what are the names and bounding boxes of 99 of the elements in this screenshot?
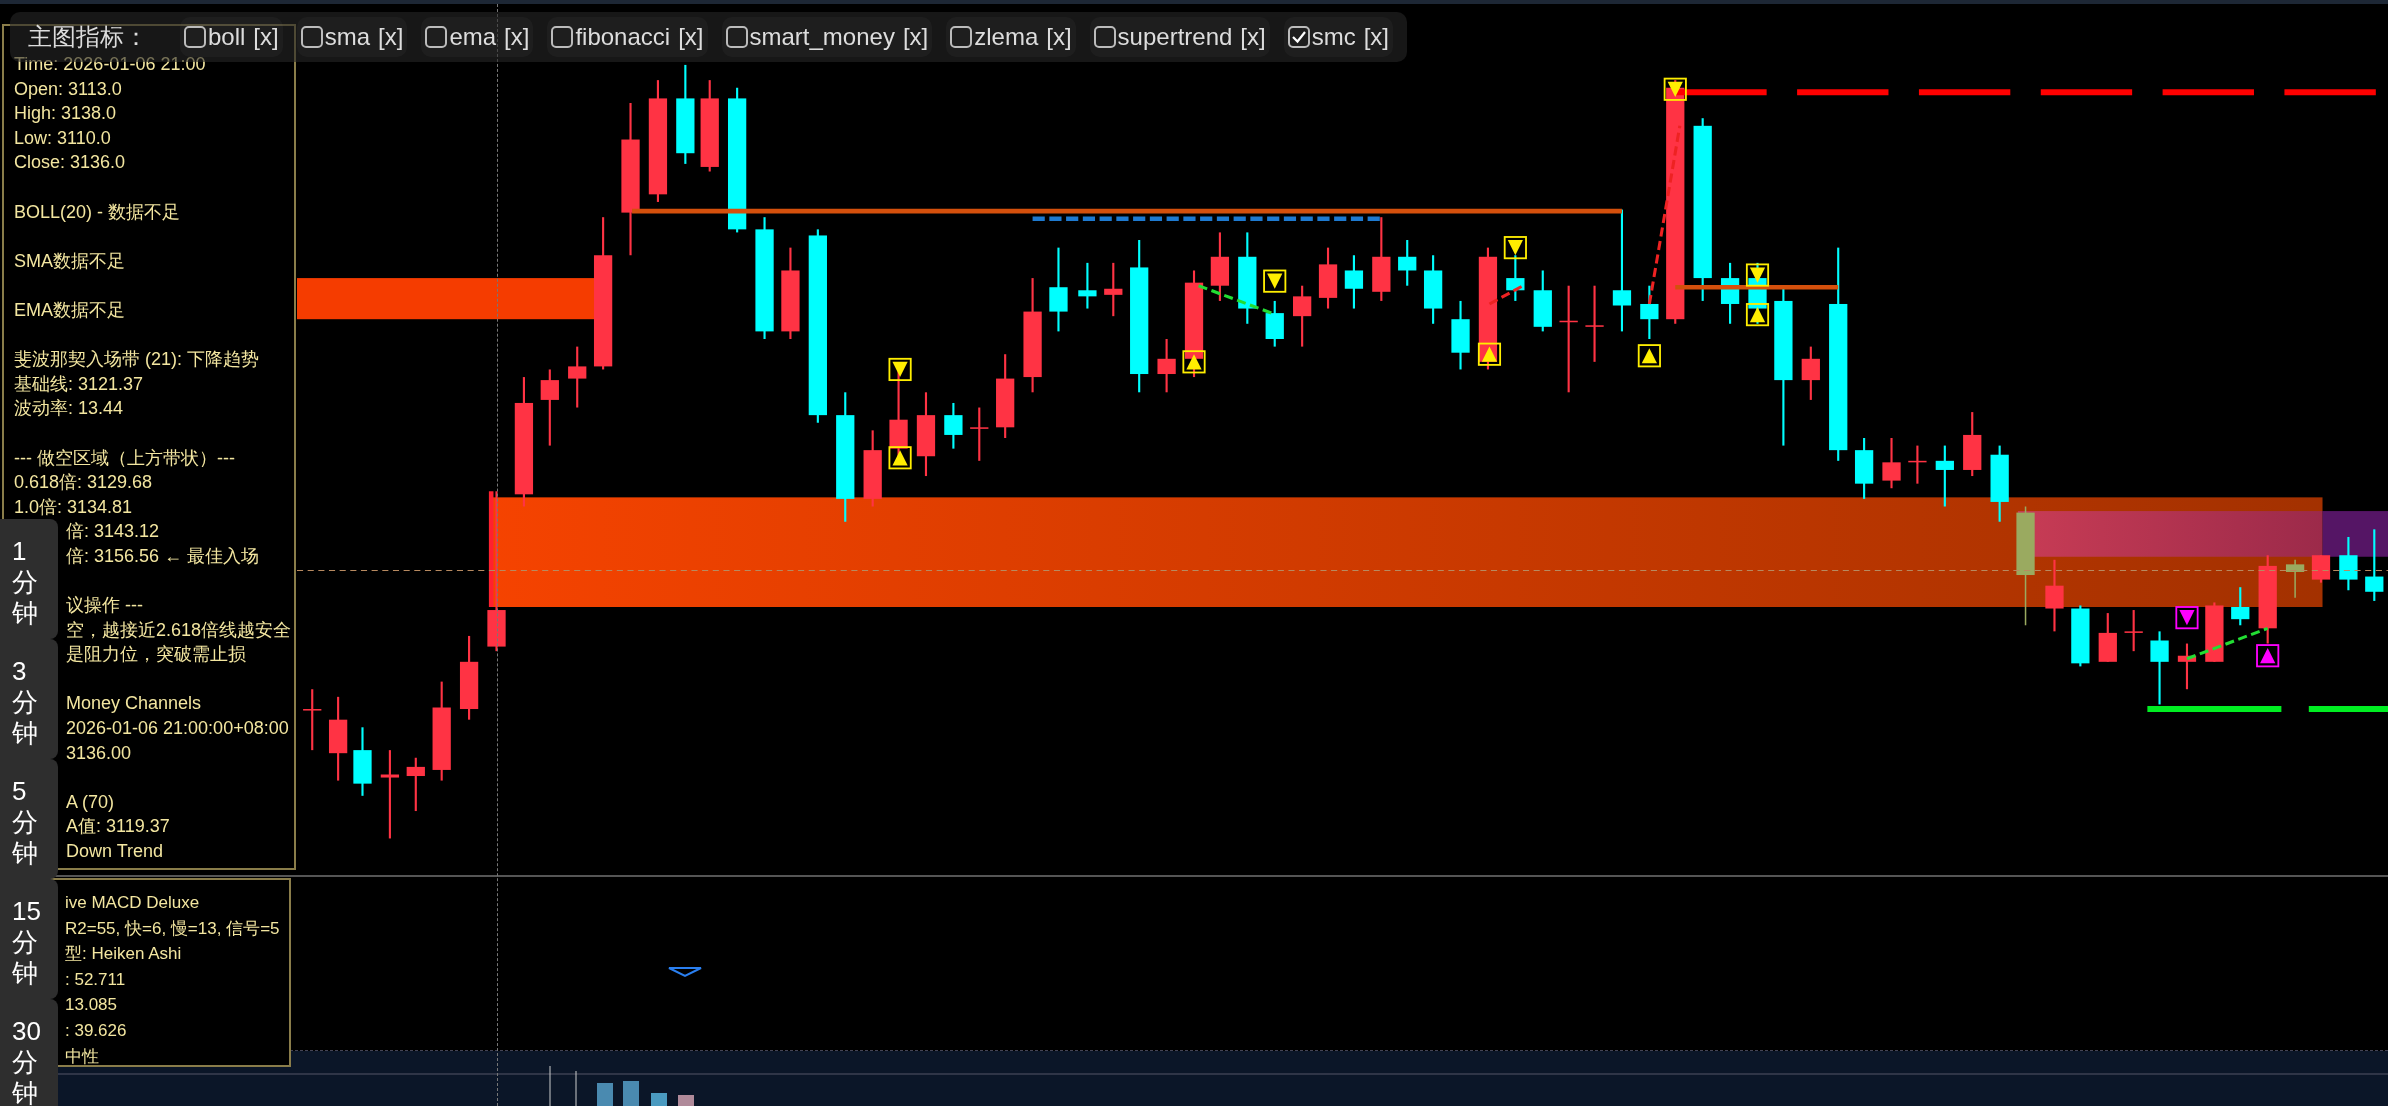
- indicator-label[interactable]: ema: [449, 23, 497, 51]
- info-text: : 39.626: [65, 1019, 128, 1042]
- remove-link[interactable]: [x]: [678, 23, 704, 51]
- triangle-marker: [668, 967, 702, 978]
- indicator-label[interactable]: supertrend: [1117, 23, 1233, 51]
- candle: [2098, 613, 2117, 662]
- info-text: : 52.711: [65, 968, 127, 991]
- candle: [1318, 247, 1338, 309]
- candle: [2339, 536, 2358, 591]
- info-text: Open: 3113.0: [14, 77, 123, 101]
- candle: [353, 727, 372, 796]
- candle: [2365, 529, 2384, 601]
- candle: [2124, 610, 2143, 652]
- info-text: 空，越接近2.618倍线越安全: [66, 618, 293, 642]
- remove-link[interactable]: [x]: [1363, 23, 1390, 51]
- info-text: BOLL(20) - 数据不足: [14, 200, 182, 224]
- candle: [1533, 270, 1552, 332]
- candle: [1104, 262, 1123, 317]
- indicator-label[interactable]: fibonacci: [575, 23, 671, 51]
- checkbox[interactable]: [1093, 26, 1116, 48]
- info-text: --- 做空区域（上方带状）---: [14, 446, 236, 470]
- timeframe-tab[interactable]: 15分钟: [0, 879, 58, 999]
- candle: [1210, 232, 1230, 301]
- info-text: 型: Heiken Ashi: [65, 943, 183, 966]
- candle: [1935, 445, 1954, 507]
- info-text: Low: 3110.0: [14, 126, 112, 150]
- checkbox[interactable]: [1287, 26, 1310, 48]
- candle: [1157, 339, 1176, 393]
- candle: [2285, 559, 2305, 599]
- candle: [568, 346, 587, 408]
- candle: [1344, 255, 1364, 309]
- info-text: 中性: [65, 1045, 100, 1068]
- info-text: Down Trend: [66, 840, 165, 863]
- candle: [1398, 240, 1417, 286]
- candle: [1265, 300, 1284, 347]
- remove-link[interactable]: [x]: [253, 23, 279, 51]
- info-text: 3136.00: [66, 741, 133, 765]
- trend-line: [1488, 284, 1524, 306]
- info-text: 波动率: 13.44: [14, 397, 125, 421]
- candle: [406, 757, 425, 812]
- candle: [303, 689, 322, 751]
- remove-link[interactable]: [x]: [1240, 23, 1266, 51]
- info-text: High: 3138.0: [14, 102, 118, 126]
- info-text: 倍: 3156.56 ← 最佳入场: [66, 544, 261, 568]
- checkbox[interactable]: [425, 26, 448, 48]
- candle: [1882, 438, 1901, 489]
- checkbox[interactable]: [725, 26, 748, 48]
- info-text: 1.0倍: 3134.81: [14, 495, 134, 519]
- checkbox[interactable]: [950, 26, 973, 48]
- indicator-label[interactable]: zlema: [974, 23, 1039, 51]
- checkbox[interactable]: [551, 26, 574, 48]
- candle: [1801, 346, 1820, 400]
- candle: [1451, 300, 1470, 370]
- info-text: 议操作 ---: [66, 594, 144, 618]
- candle: [1720, 262, 1740, 324]
- toolbar-label: 主图指标：: [28, 22, 148, 52]
- indicator-label[interactable]: sma: [324, 23, 371, 51]
- info-text: R2=55, 快=6, 慢=13, 信号=5: [65, 917, 281, 940]
- remove-link[interactable]: [x]: [378, 23, 404, 51]
- info-text: 基础线: 3121.37: [14, 372, 145, 396]
- info-text: 2026-01-06 21:00:00+08:00: [66, 717, 290, 741]
- info-text: A (70): [66, 790, 116, 814]
- candle: [1908, 445, 1927, 484]
- info-text: Money Channels: [66, 692, 203, 716]
- candle: [2071, 605, 2090, 667]
- indicator-label[interactable]: smc: [1311, 23, 1356, 51]
- info-text: 倍: 3143.12: [66, 520, 161, 544]
- info-text: A值: 3119.37: [66, 815, 171, 839]
- remove-link[interactable]: [x]: [504, 23, 530, 51]
- remove-link[interactable]: [x]: [902, 23, 929, 51]
- candle: [1293, 285, 1312, 347]
- info-text: 斐波那契入场带 (21): 下降趋势: [14, 348, 260, 372]
- candle: [1854, 438, 1874, 499]
- info-text: Close: 3136.0: [14, 151, 127, 175]
- checkbox[interactable]: [300, 26, 323, 48]
- info-text: 是阻力位，突破需止损: [66, 643, 247, 667]
- indicator-label[interactable]: smart_money: [749, 23, 895, 51]
- candle: [944, 402, 963, 449]
- timeframe-tab[interactable]: 5分钟: [0, 759, 58, 879]
- info-text: 0.618倍: 3129.68: [14, 471, 154, 495]
- timeframe-tab[interactable]: 1分钟: [0, 519, 58, 639]
- info-text: SMA数据不足: [14, 249, 126, 273]
- indicator-label[interactable]: boll: [208, 23, 246, 51]
- candle: [2177, 643, 2197, 690]
- candle: [2205, 602, 2224, 662]
- candle: [1963, 412, 1982, 477]
- candle: [2231, 587, 2250, 626]
- info-text: EMA数据不足: [14, 298, 126, 322]
- info-text: Time: 2026-01-06 21:00: [14, 53, 207, 76]
- timeframe-tab[interactable]: 30分钟: [0, 999, 58, 1106]
- candle: [1506, 255, 1525, 301]
- timeframe-tab[interactable]: 3分钟: [0, 639, 58, 759]
- candle: [1424, 255, 1443, 324]
- info-text: ive MACD Deluxe: [65, 892, 201, 914]
- candle: [1078, 262, 1097, 309]
- candle: [970, 407, 989, 461]
- candle: [1640, 285, 1659, 339]
- remove-link[interactable]: [x]: [1046, 23, 1072, 51]
- info-text: 13.085: [65, 994, 118, 1017]
